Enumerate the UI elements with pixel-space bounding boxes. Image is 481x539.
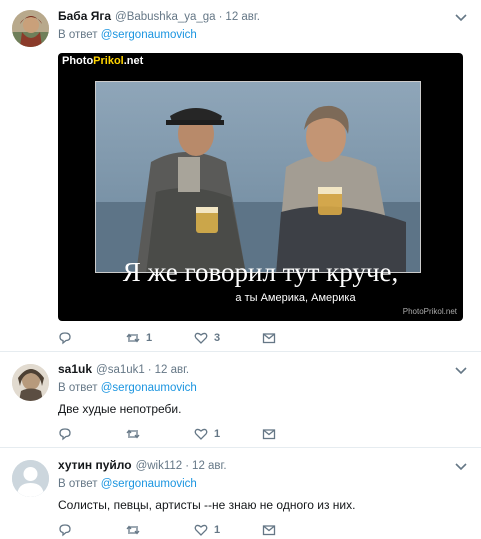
- like-button[interactable]: 3: [194, 331, 262, 345]
- like-icon: [194, 523, 208, 537]
- avatar[interactable]: [12, 460, 49, 497]
- timestamp[interactable]: 12 авг.: [225, 11, 259, 23]
- tweet-actions: 1 3: [58, 330, 330, 346]
- tweet-actions: 1: [58, 522, 330, 538]
- like-count: 1: [214, 428, 221, 440]
- reply-button[interactable]: [58, 331, 126, 345]
- dm-icon: [262, 331, 276, 345]
- like-count: 3: [214, 332, 221, 344]
- reply-button[interactable]: [58, 523, 126, 537]
- tweet-text: Солисты, певцы, артисты --не знаю не одн…: [58, 498, 356, 512]
- reply-button[interactable]: [58, 427, 126, 441]
- reply-prefix: В ответ: [58, 478, 98, 490]
- tweet-text: Две худые непотреби.: [58, 402, 182, 416]
- dm-icon: [262, 427, 276, 441]
- tweet-image[interactable]: PhotoPrikol.net Я же говорил тут круче, …: [58, 53, 463, 321]
- dm-button[interactable]: [262, 523, 330, 537]
- display-name[interactable]: хутин пуйло: [58, 458, 132, 472]
- like-icon: [194, 331, 208, 345]
- reply-context: В ответ @sergonaumovich: [58, 478, 469, 494]
- watermark-top: PhotoPrikol.net: [62, 55, 144, 67]
- like-button[interactable]: 1: [194, 427, 262, 441]
- display-name[interactable]: Баба Яга: [58, 9, 111, 23]
- avatar[interactable]: [12, 364, 49, 401]
- retweet-button[interactable]: [126, 523, 194, 537]
- username[interactable]: @wik112: [136, 460, 183, 472]
- avatar[interactable]: [12, 10, 49, 47]
- reply-icon: [58, 427, 72, 441]
- caption-main: Я же говорил тут круче,: [122, 257, 399, 287]
- retweet-button[interactable]: 1: [126, 331, 194, 345]
- username[interactable]: @sa1uk1: [96, 364, 145, 376]
- meme-photo: [95, 81, 421, 273]
- separator: ·: [218, 11, 223, 23]
- like-icon: [194, 427, 208, 441]
- tweet[interactable]: sa1uk @sa1uk1 · 12 авг. В ответ @sergona…: [0, 352, 481, 448]
- caption-sub: а ты Америка, Америка: [235, 292, 356, 304]
- chevron-down-icon[interactable]: [453, 458, 469, 474]
- reply-context: В ответ @sergonaumovich: [58, 29, 469, 45]
- separator: ·: [147, 364, 152, 376]
- dm-button[interactable]: [262, 331, 330, 345]
- reply-to-link[interactable]: @sergonaumovich: [101, 29, 197, 41]
- reply-to-link[interactable]: @sergonaumovich: [101, 478, 197, 490]
- tweet[interactable]: хутин пуйло @wik112 · 12 авг. В ответ @s…: [0, 448, 481, 539]
- reply-context: В ответ @sergonaumovich: [58, 382, 469, 398]
- dm-button[interactable]: [262, 427, 330, 441]
- reply-icon: [58, 523, 72, 537]
- like-button[interactable]: 1: [194, 523, 262, 537]
- timestamp[interactable]: 12 авг.: [155, 364, 189, 376]
- reply-prefix: В ответ: [58, 29, 98, 41]
- timestamp[interactable]: 12 авг.: [192, 460, 226, 472]
- watermark-bottom: PhotoPrikol.net: [402, 307, 457, 316]
- tweet[interactable]: Баба Яга @Babushka_ya_ga · 12 авг. В отв…: [0, 0, 481, 352]
- username[interactable]: @Babushka_ya_ga: [115, 11, 216, 23]
- chevron-down-icon[interactable]: [453, 362, 469, 378]
- dm-icon: [262, 523, 276, 537]
- like-count: 1: [214, 524, 221, 536]
- reply-icon: [58, 331, 72, 345]
- retweet-icon: [126, 331, 140, 345]
- separator: ·: [185, 460, 190, 472]
- retweet-icon: [126, 427, 140, 441]
- tweet-actions: 1: [58, 426, 330, 442]
- display-name[interactable]: sa1uk: [58, 362, 92, 376]
- reply-to-link[interactable]: @sergonaumovich: [101, 382, 197, 394]
- retweet-count: 1: [146, 332, 153, 344]
- chevron-down-icon[interactable]: [453, 9, 469, 25]
- reply-prefix: В ответ: [58, 382, 98, 394]
- retweet-button[interactable]: [126, 427, 194, 441]
- retweet-icon: [126, 523, 140, 537]
